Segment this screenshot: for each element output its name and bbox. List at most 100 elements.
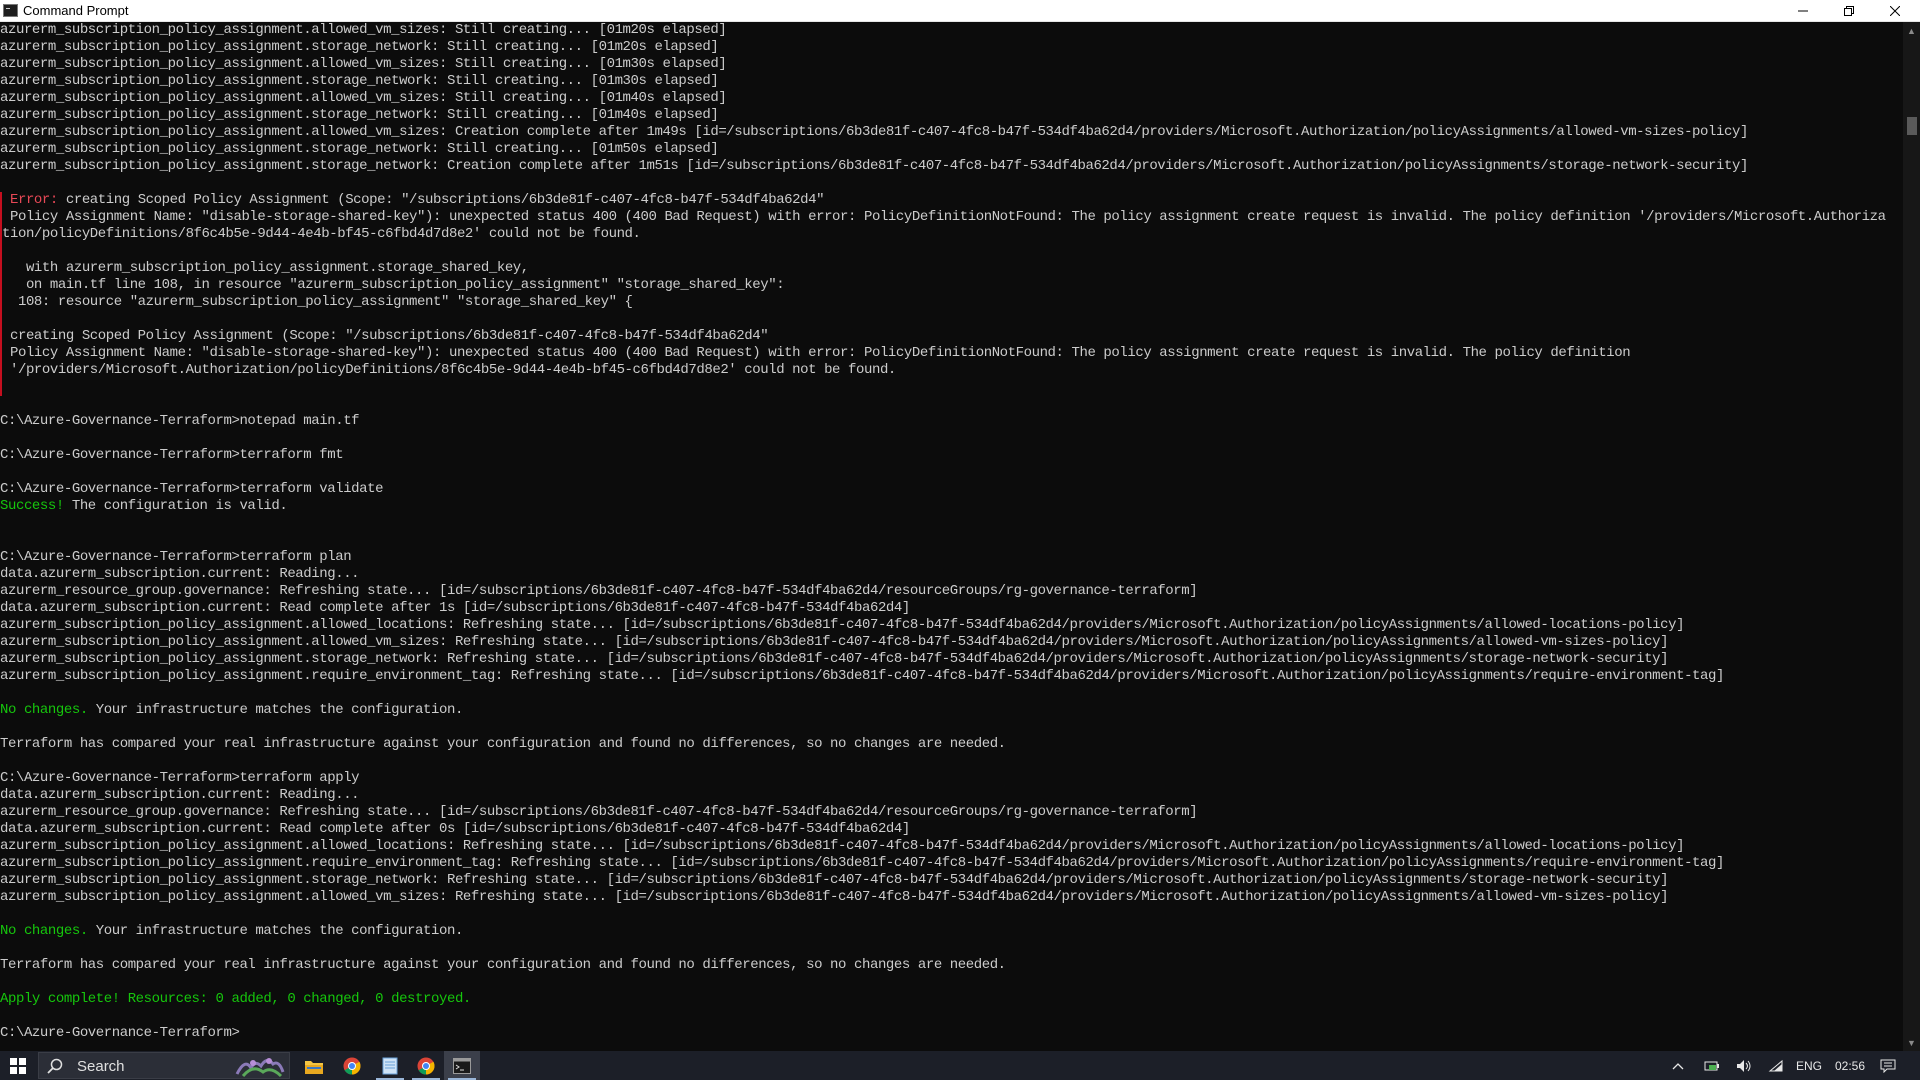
console-text: C:\Azure-Governance-Terraform>terraform … [0, 481, 384, 497]
start-button[interactable] [0, 1051, 36, 1080]
console-line: data.azurerm_subscription.current: Read … [0, 600, 1903, 617]
scrollbar-thumb[interactable] [1907, 117, 1917, 135]
console-line: Apply complete! Resources: 0 added, 0 ch… [0, 991, 1903, 1008]
tray-device-icon[interactable] [1700, 1051, 1724, 1080]
console-line: Policy Assignment Name: "disable-storage… [0, 345, 1903, 362]
taskbar: Search ENG 02:56 [0, 1051, 1920, 1080]
console-line: azurerm_subscription_policy_assignment.s… [0, 107, 1903, 124]
console-line: azurerm_subscription_policy_assignment.a… [0, 124, 1903, 141]
scroll-up-icon[interactable]: ▲ [1903, 22, 1920, 39]
console-text: tion/policyDefinitions/8f6c4b5e-9d44-4e4… [2, 226, 641, 242]
title-bar: Command Prompt [0, 0, 1920, 22]
console-text: creating Scoped Policy Assignment (Scope… [57, 192, 825, 208]
console-line: C:\Azure-Governance-Terraform>terraform … [0, 447, 1903, 464]
console-text: with azurerm_subscription_policy_assignm… [2, 260, 529, 276]
console-text: azurerm_subscription_policy_assignment.s… [0, 651, 1669, 667]
console-line: C:\Azure-Governance-Terraform>notepad ma… [0, 413, 1903, 430]
console-text: data.azurerm_subscription.current: Readi… [0, 566, 360, 582]
console-line [0, 243, 1903, 260]
console-line: azurerm_subscription_policy_assignment.a… [0, 22, 1903, 39]
error-label: Error: [9, 192, 58, 208]
console-line: Terraform has compared your real infrast… [0, 957, 1903, 974]
notepad-icon [382, 1057, 398, 1074]
console-line [0, 311, 1903, 328]
taskbar-command-prompt[interactable] [444, 1051, 480, 1080]
chevron-up-icon [1672, 1062, 1684, 1069]
windows-logo-icon [10, 1057, 26, 1074]
search-box[interactable]: Search [38, 1052, 290, 1079]
console-line: data.azurerm_subscription.current: Read … [0, 821, 1903, 838]
console-line: azurerm_subscription_policy_assignment.s… [0, 39, 1903, 56]
taskbar-chrome-1[interactable] [334, 1051, 370, 1080]
console-text: Policy Assignment Name: "disable-storage… [2, 345, 1631, 361]
console-text: azurerm_subscription_policy_assignment.s… [0, 141, 719, 157]
console-output[interactable]: azurerm_subscription_policy_assignment.a… [0, 22, 1903, 1051]
console-text: Terraform has compared your real infrast… [0, 957, 1006, 973]
console-text: azurerm_subscription_policy_assignment.a… [0, 838, 1685, 854]
console-line: azurerm_subscription_policy_assignment.a… [0, 90, 1903, 107]
language-indicator[interactable]: ENG [1794, 1051, 1824, 1080]
command-prompt-icon [3, 4, 18, 17]
console-text: azurerm_subscription_policy_assignment.a… [0, 56, 727, 72]
console-line: C:\Azure-Governance-Terraform>terraform … [0, 770, 1903, 787]
console-line: azurerm_resource_group.governance: Refre… [0, 804, 1903, 821]
console-line: azurerm_subscription_policy_assignment.s… [0, 651, 1903, 668]
console-text: azurerm_subscription_policy_assignment.s… [0, 872, 1669, 888]
chrome-icon [343, 1057, 361, 1075]
chrome-icon [417, 1057, 435, 1075]
console-line: No changes. Your infrastructure matches … [0, 923, 1903, 940]
console-text: data.azurerm_subscription.current: Readi… [0, 787, 360, 803]
console-text: Policy Assignment Name: "disable-storage… [2, 209, 1886, 225]
close-button[interactable] [1872, 0, 1918, 22]
console-line: azurerm_subscription_policy_assignment.a… [0, 634, 1903, 651]
wifi-icon [1768, 1059, 1783, 1071]
console-line: Policy Assignment Name: "disable-storage… [0, 209, 1903, 226]
success-text: No changes. [0, 923, 88, 939]
close-icon [1890, 6, 1900, 16]
console-text: azurerm_resource_group.governance: Refre… [0, 804, 1198, 820]
vertical-scrollbar[interactable]: ▲ ▼ [1903, 22, 1920, 1051]
console-text: creating Scoped Policy Assignment (Scope… [2, 328, 769, 344]
console-text: C:\Azure-Governance-Terraform> [0, 1025, 240, 1041]
clock[interactable]: 02:56 [1830, 1051, 1870, 1080]
volume-icon[interactable] [1732, 1051, 1756, 1080]
minimize-button[interactable] [1780, 0, 1826, 22]
notifications-button[interactable] [1876, 1051, 1900, 1080]
console-line: azurerm_subscription_policy_assignment.a… [0, 56, 1903, 73]
console-text: azurerm_subscription_policy_assignment.a… [0, 124, 1748, 140]
success-text: Apply complete! Resources: 0 added, 0 ch… [0, 991, 471, 1007]
console-text: data.azurerm_subscription.current: Read … [0, 600, 910, 616]
restore-icon [1844, 6, 1854, 16]
command-prompt-icon [453, 1057, 471, 1074]
taskbar-file-explorer[interactable] [296, 1051, 332, 1080]
restore-button[interactable] [1826, 0, 1872, 22]
console-text: azurerm_subscription_policy_assignment.a… [0, 634, 1669, 650]
console-text: Your infrastructure matches the configur… [87, 923, 464, 939]
notification-icon [1880, 1059, 1896, 1073]
console-text: azurerm_subscription_policy_assignment.r… [0, 668, 1724, 684]
console-text: azurerm_subscription_policy_assignment.s… [0, 39, 719, 55]
console-line: C:\Azure-Governance-Terraform>terraform … [0, 481, 1903, 498]
window-title: Command Prompt [23, 3, 129, 18]
console-text: azurerm_subscription_policy_assignment.r… [0, 855, 1724, 871]
console-line: Terraform has compared your real infrast… [0, 736, 1903, 753]
console-text: 108: resource "azurerm_subscription_poli… [2, 294, 633, 310]
console-text: azurerm_subscription_policy_assignment.a… [0, 889, 1669, 905]
show-hidden-icons[interactable] [1666, 1051, 1690, 1080]
console-line: '/providers/Microsoft.Authorization/poli… [0, 362, 1903, 379]
console-line: Error: creating Scoped Policy Assignment… [0, 192, 1903, 209]
taskbar-notepad[interactable] [372, 1051, 408, 1080]
scroll-down-icon[interactable]: ▼ [1903, 1034, 1920, 1051]
minimize-icon [1798, 10, 1808, 12]
taskbar-chrome-2[interactable] [408, 1051, 444, 1080]
battery-icon [1704, 1061, 1719, 1070]
console-line: 108: resource "azurerm_subscription_poli… [0, 294, 1903, 311]
network-icon[interactable] [1764, 1051, 1788, 1080]
